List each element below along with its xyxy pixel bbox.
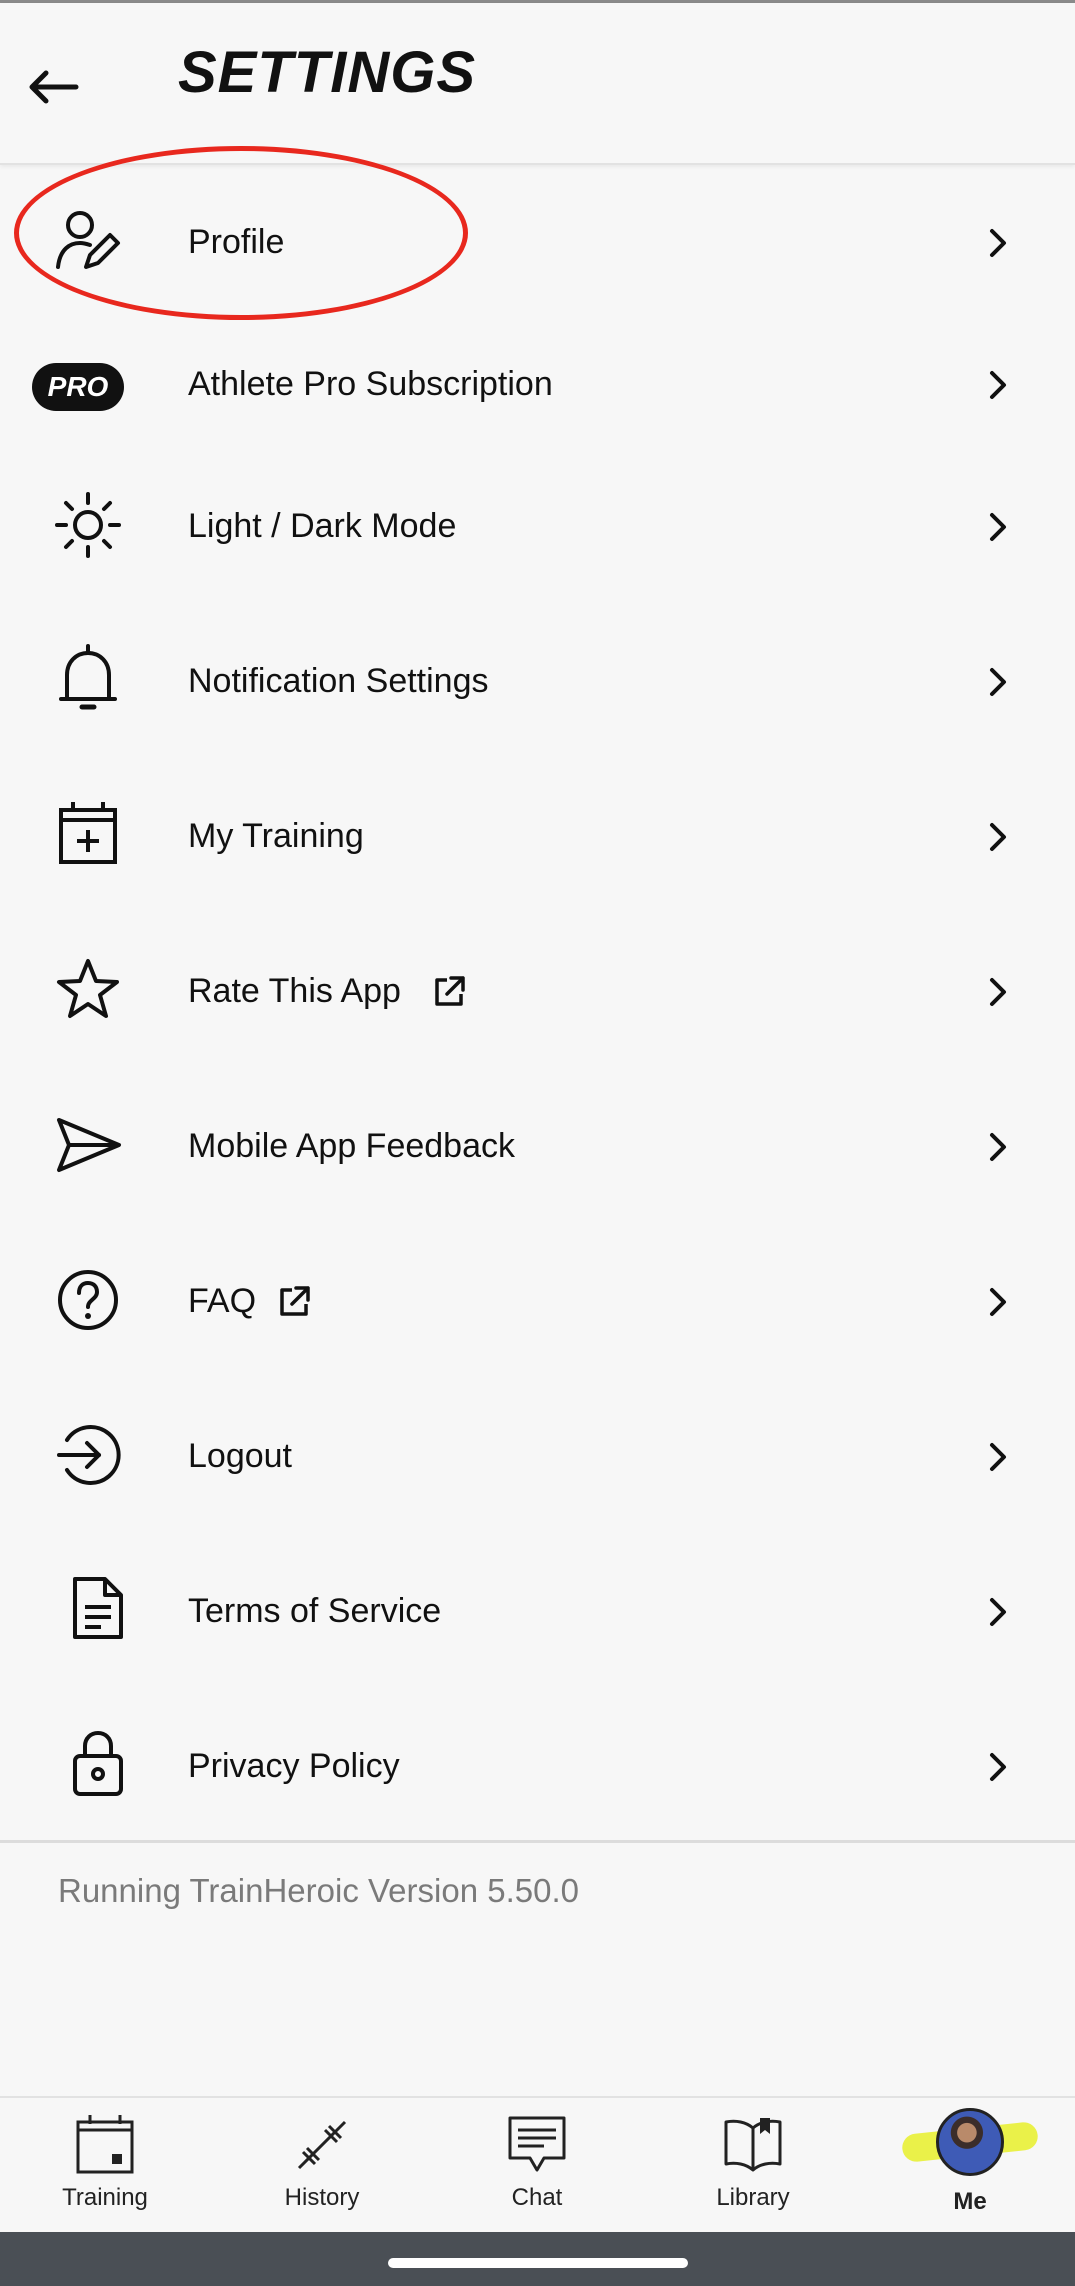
avatar — [936, 2108, 1004, 2176]
menu-item-notification-settings[interactable]: Notification Settings — [0, 644, 1075, 716]
tab-label: Training — [62, 2184, 148, 2211]
version-text: Running TrainHeroic Version 5.50.0 — [58, 1872, 579, 1909]
menu-item-my-training[interactable]: My Training — [0, 801, 1075, 871]
pro-badge-label: PRO — [32, 363, 124, 411]
menu-item-privacy-policy[interactable]: Privacy Policy — [0, 1730, 1075, 1801]
chevron-right-icon — [990, 1753, 1006, 1781]
tab-history[interactable]: History — [242, 2098, 402, 2234]
tab-me[interactable]: Me — [890, 2098, 1050, 2234]
tab-library[interactable]: Library — [673, 2098, 833, 2234]
menu-label-text: Rate This App — [188, 972, 401, 1010]
menu-label: Terms of Service — [188, 1592, 442, 1630]
external-link-icon — [435, 975, 465, 1006]
header: SETTINGS — [0, 3, 1075, 165]
document-icon — [60, 1570, 136, 1646]
chevron-right-icon — [990, 371, 1006, 399]
chevron-right-icon — [990, 823, 1006, 851]
tab-label: Chat — [511, 2184, 563, 2211]
lock-icon — [60, 1725, 136, 1801]
home-indicator[interactable] — [388, 2258, 688, 2268]
chevron-right-icon — [990, 1133, 1006, 1161]
external-link-icon — [280, 1285, 310, 1316]
menu-item-mobile-app-feedback[interactable]: Mobile App Feedback — [0, 1111, 1075, 1181]
menu-label: Privacy Policy — [188, 1747, 400, 1785]
chevron-right-icon — [990, 1598, 1006, 1626]
annotation-circle — [14, 146, 468, 320]
sun-icon — [50, 487, 126, 563]
tab-chat[interactable]: Chat — [457, 2098, 617, 2234]
menu-label: My Training — [188, 817, 364, 855]
menu-item-logout[interactable]: Logout — [0, 1421, 1075, 1491]
book-icon — [724, 2118, 782, 2172]
chevron-right-icon — [990, 668, 1006, 696]
chat-icon — [508, 2116, 566, 2172]
menu-item-terms-of-service[interactable]: Terms of Service — [0, 1576, 1075, 1646]
menu-label: Light / Dark Mode — [188, 507, 457, 545]
menu-label-text: FAQ — [188, 1282, 257, 1320]
bottom-nav: Training History Chat Library Me — [0, 2096, 1075, 2234]
question-circle-icon — [50, 1262, 126, 1338]
menu-label: Rate This App — [188, 972, 467, 1011]
tab-label: History — [284, 2184, 360, 2211]
star-icon — [50, 952, 126, 1028]
back-arrow-icon[interactable] — [22, 55, 86, 119]
chevron-right-icon — [990, 229, 1006, 257]
chevron-right-icon — [990, 513, 1006, 541]
calendar-icon — [76, 2115, 134, 2174]
tab-label: Library — [716, 2184, 790, 2211]
menu-item-light-dark-mode[interactable]: Light / Dark Mode — [0, 491, 1075, 561]
menu-label: Logout — [188, 1437, 292, 1475]
logout-icon — [50, 1417, 126, 1493]
calendar-plus-icon — [50, 795, 126, 871]
menu-item-athlete-pro-subscription[interactable]: PRO Athlete Pro Subscription — [0, 349, 1075, 419]
page-title: SETTINGS — [178, 40, 477, 105]
tab-training[interactable]: Training — [25, 2098, 185, 2234]
chevron-right-icon — [990, 1288, 1006, 1316]
bell-icon — [50, 642, 126, 718]
divider — [0, 1840, 1075, 1843]
chevron-right-icon — [990, 1443, 1006, 1471]
menu-label: FAQ — [188, 1282, 312, 1321]
menu-label: Mobile App Feedback — [188, 1127, 515, 1165]
send-icon — [50, 1107, 126, 1183]
menu-item-faq[interactable]: FAQ — [0, 1266, 1075, 1336]
menu-item-rate-this-app[interactable]: Rate This App — [0, 956, 1075, 1026]
pro-badge: PRO — [32, 349, 124, 425]
chevron-right-icon — [990, 978, 1006, 1006]
tab-label: Me — [953, 2188, 987, 2215]
barbell-icon — [297, 2120, 347, 2170]
menu-label: Athlete Pro Subscription — [188, 365, 553, 403]
menu-label: Notification Settings — [188, 662, 489, 700]
